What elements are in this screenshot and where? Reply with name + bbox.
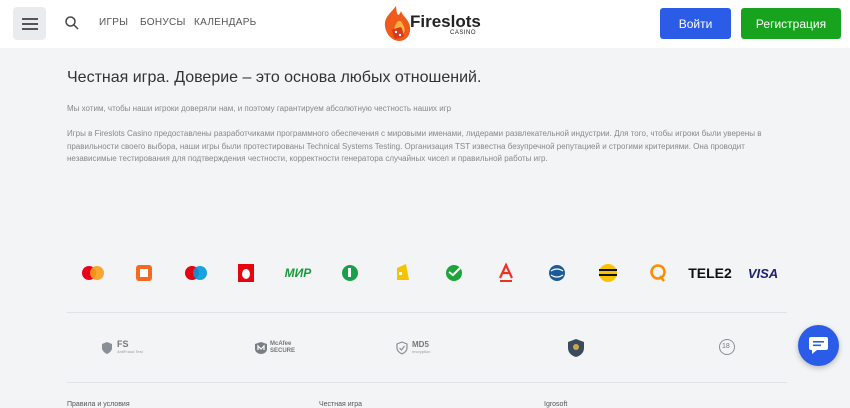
chat-icon xyxy=(809,337,828,354)
md5-label: MD5 xyxy=(412,340,429,349)
header: ИГРЫ БОНУСЫ КАЛЕНДАРЬ Fireslots CASINO В… xyxy=(0,0,850,48)
mcafee-icon xyxy=(255,342,267,354)
footer-link-terms[interactable]: Правила и условия xyxy=(67,401,130,408)
police-badge-icon xyxy=(568,339,584,357)
mcafee-badge: McAfee SECURE xyxy=(254,337,295,359)
maestro-icon xyxy=(185,266,207,280)
tele2-logo: TELE2 xyxy=(688,265,732,281)
login-button[interactable]: Войти xyxy=(660,8,731,39)
search-icon[interactable] xyxy=(64,15,80,31)
yoomoney-icon xyxy=(342,265,358,281)
fs-label: FS xyxy=(117,339,129,349)
nav-games[interactable]: ИГРЫ xyxy=(99,17,128,28)
shield-icon xyxy=(102,342,112,354)
beeline-icon xyxy=(599,264,617,282)
md5-badge: MD5 encryption xyxy=(396,337,430,359)
divider xyxy=(67,382,787,383)
logo-sub: CASINO xyxy=(450,30,477,36)
intro-text: Мы хотим, чтобы наши игроки доверяли нам… xyxy=(67,104,452,113)
chat-button[interactable] xyxy=(798,325,839,366)
nav-calendar[interactable]: КАЛЕНДАРЬ xyxy=(194,17,257,28)
register-button[interactable]: Регистрация xyxy=(741,8,841,39)
md5-sublabel: encryption xyxy=(412,349,431,354)
divider xyxy=(67,312,787,313)
footer-link-fair-play[interactable]: Честная игра xyxy=(319,401,362,408)
age-18-badge: 18 xyxy=(718,338,736,356)
mcafee-label: McAfee xyxy=(270,341,292,347)
description-text: Игры в Fireslots Casino предоставлены ра… xyxy=(67,129,762,163)
qiwi-icon xyxy=(650,264,666,282)
sberpay-icon xyxy=(136,265,152,281)
shield-check-icon xyxy=(396,341,408,355)
mcafee-sublabel: SECURE xyxy=(270,348,296,354)
nav-bonuses[interactable]: БОНУСЫ xyxy=(140,17,186,28)
age-label: 18 xyxy=(722,343,730,350)
mts-icon xyxy=(238,264,254,282)
menu-icon[interactable] xyxy=(13,7,46,40)
fs-badge: FS AntiFraud Test xyxy=(101,337,143,359)
sberbank-icon xyxy=(446,265,462,281)
wallet-icon xyxy=(397,264,409,280)
mir-logo: МИР xyxy=(284,266,312,280)
visa-logo: VISA xyxy=(747,265,779,281)
webmoney-icon xyxy=(549,265,565,281)
logo-text[interactable]: Fireslots xyxy=(410,12,481,32)
page-title: Честная игра. Доверие – это основа любых… xyxy=(67,69,482,86)
mastercard-icon xyxy=(82,266,104,280)
alfabank-icon xyxy=(499,262,513,282)
fs-sublabel: AntiFraud Test xyxy=(117,349,143,354)
footer-link-igrosoft[interactable]: Igrosoft xyxy=(544,401,567,408)
